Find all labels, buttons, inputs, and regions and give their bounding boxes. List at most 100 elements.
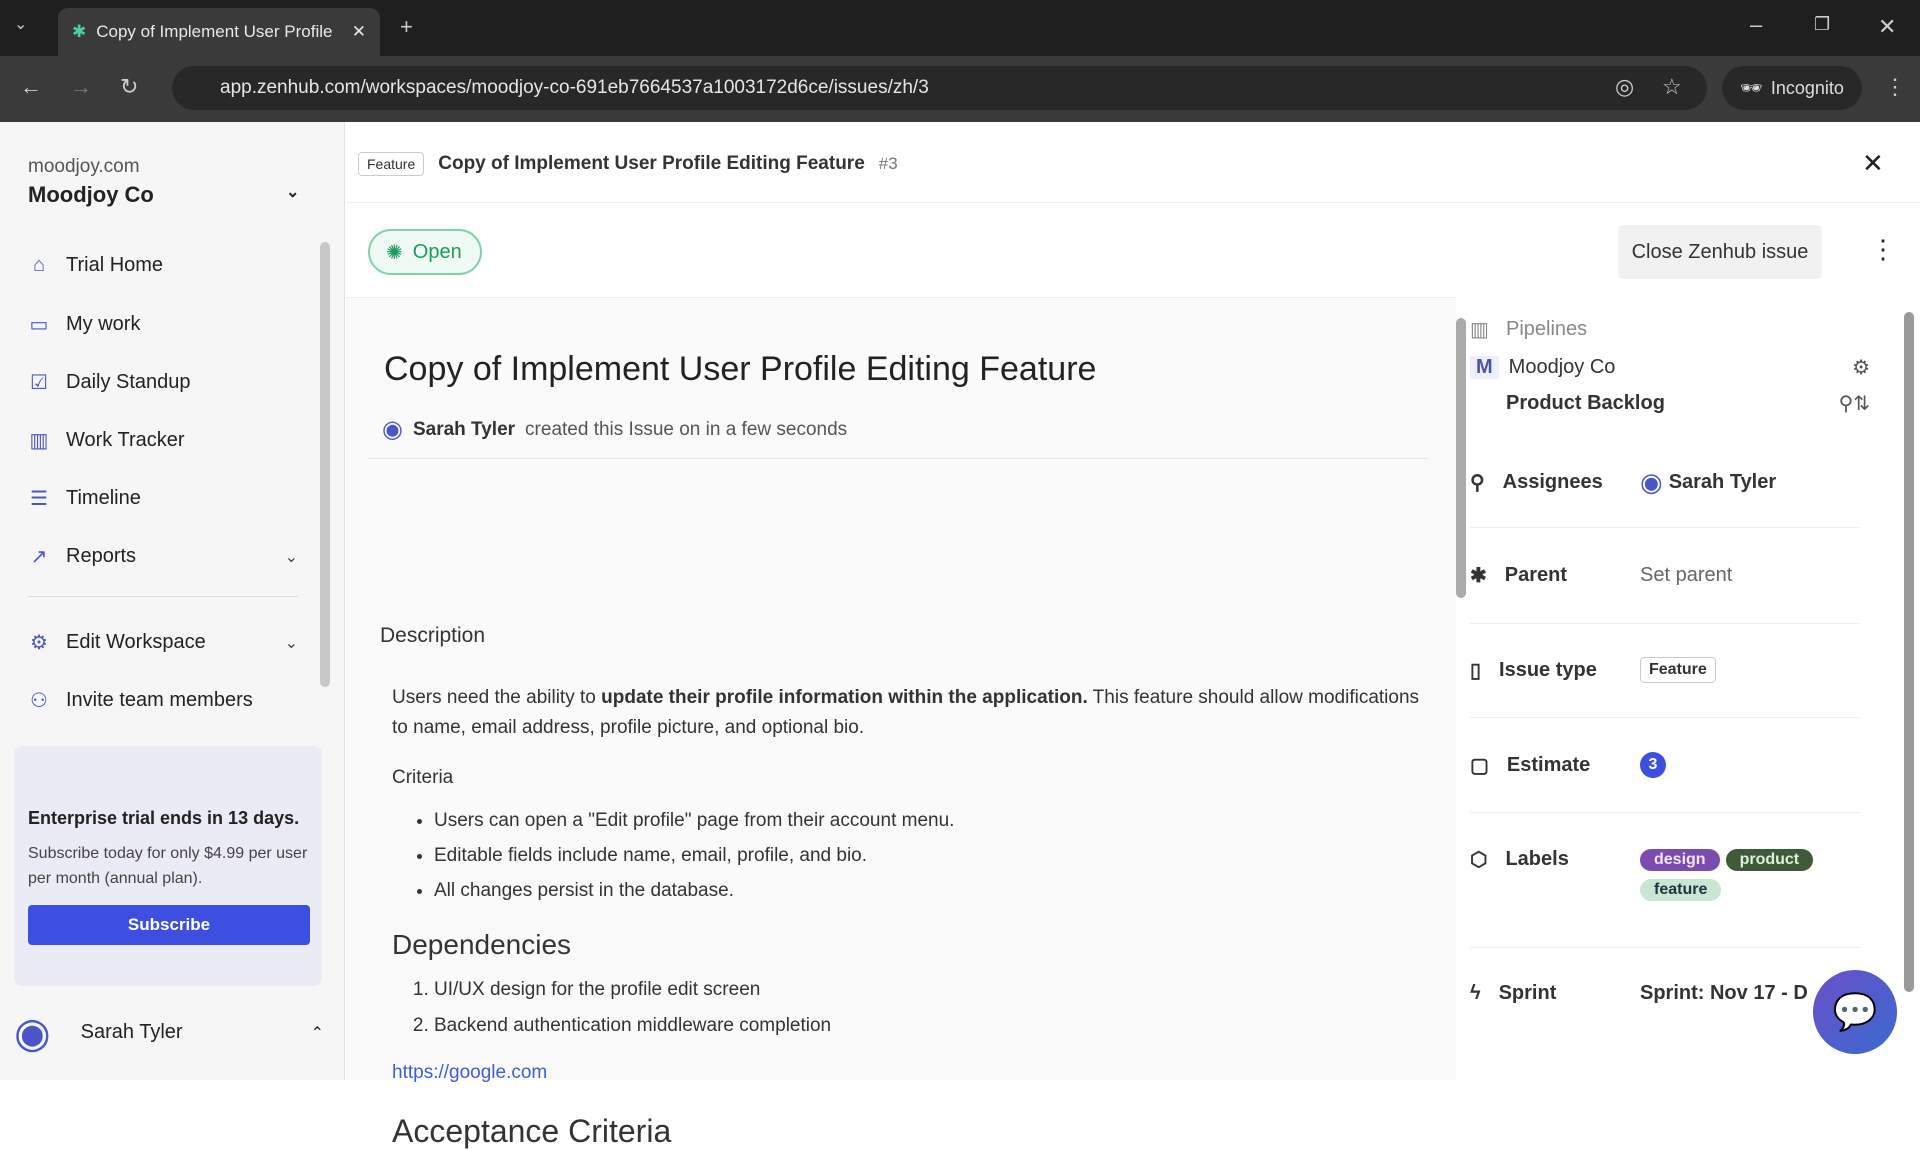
- avatar: ◉: [14, 1009, 51, 1056]
- incognito-button[interactable]: 🕶 Incognito: [1722, 66, 1862, 110]
- divider: [1470, 717, 1860, 718]
- pipeline-name: Product Backlog: [1506, 392, 1665, 414]
- labels-label: Labels: [1505, 848, 1569, 870]
- issue-title[interactable]: Copy of Implement User Profile Editing F…: [384, 350, 1096, 389]
- list-item: All changes persist in the database.: [434, 873, 1432, 908]
- avatar: ◉: [1640, 467, 1663, 497]
- parent-label: Parent: [1504, 564, 1568, 586]
- parent-row[interactable]: ✱ Parent Set parent: [1470, 563, 1880, 588]
- issue-header: Feature Copy of Implement User Profile E…: [358, 152, 898, 176]
- description-link[interactable]: https://google.com: [392, 1058, 1432, 1088]
- workspace-domain: moodjoy.com: [28, 156, 140, 177]
- author-name[interactable]: Sarah Tyler: [413, 419, 515, 441]
- sprint-value: Sprint: Nov 17 - D: [1640, 982, 1808, 1004]
- close-tab-icon[interactable]: ✕: [352, 22, 366, 42]
- avatar: ◉: [382, 416, 403, 443]
- status-badge[interactable]: ✺ Open: [368, 229, 482, 275]
- divider: [346, 202, 1920, 203]
- parent-value: Set parent: [1640, 564, 1733, 586]
- dependencies-list: UI/UX design for the profile edit screen…: [434, 972, 1432, 1044]
- tag-icon: ⬡: [1470, 849, 1488, 871]
- sidebar-item-daily-standup[interactable]: ☑ Daily Standup: [28, 370, 298, 395]
- sidebar-item-reports[interactable]: ↗ Reports ⌄: [28, 544, 298, 569]
- incognito-label: Incognito: [1770, 77, 1844, 98]
- browser-tab[interactable]: ✱ Copy of Implement User Profile ✕: [58, 8, 380, 56]
- sidebar-item-work-tracker[interactable]: ▥ Work Tracker: [28, 428, 298, 453]
- workspace-switcher[interactable]: Moodjoy Co ⌄: [28, 182, 299, 208]
- person-icon: ⚲: [1470, 472, 1485, 494]
- divider: [1470, 812, 1860, 813]
- desc-bold: update their profile information within …: [601, 687, 1088, 708]
- eye-off-icon[interactable]: ◎: [1615, 74, 1634, 100]
- content-scrollbar[interactable]: [1456, 318, 1466, 598]
- issue-type-pill: Feature: [358, 152, 425, 176]
- browser-tab-bar: ⌄ ✱ Copy of Implement User Profile ✕ + –…: [0, 0, 1920, 56]
- labels-row[interactable]: ⬡ Labels design productfeature: [1470, 847, 1880, 907]
- close-window-icon[interactable]: ✕: [1878, 14, 1896, 40]
- panel-scrollbar[interactable]: [1904, 312, 1914, 992]
- reload-icon[interactable]: ↻: [120, 74, 138, 100]
- close-icon[interactable]: ✕: [1862, 148, 1884, 179]
- sidebar-item-timeline[interactable]: ☰ Timeline: [28, 486, 298, 511]
- estimate-badge: 3: [1640, 752, 1666, 778]
- assignees-row[interactable]: ⚲ Assignees ◉ Sarah Tyler: [1470, 467, 1880, 498]
- dependencies-heading: Dependencies: [392, 929, 572, 960]
- close-issue-button[interactable]: Close Zenhub issue: [1618, 225, 1822, 279]
- trial-title: Enterprise trial ends in 13 days.: [28, 808, 300, 828]
- sprint-label: Sprint: [1498, 982, 1557, 1004]
- label-product[interactable]: product: [1725, 849, 1814, 871]
- minimize-icon[interactable]: –: [1750, 12, 1762, 38]
- divider: [1470, 947, 1860, 948]
- pin-sort-icon[interactable]: ⚲⇅: [1839, 391, 1870, 416]
- star-icon[interactable]: ☆: [1662, 74, 1682, 100]
- new-tab-icon[interactable]: +: [400, 14, 413, 40]
- issue-meta: ◉ Sarah Tyler created this Issue on in a f…: [382, 415, 847, 444]
- chevron-up-icon: ⌃: [310, 1024, 324, 1042]
- forward-icon[interactable]: →: [70, 74, 92, 100]
- issue-type-row[interactable]: ▯ Issue type Feature: [1470, 657, 1880, 683]
- description-heading: Description: [380, 624, 486, 647]
- criteria-list: Users can open a "Edit profile" page fro…: [434, 803, 1432, 908]
- pipeline-select[interactable]: Product Backlog ⚲⇅: [1470, 391, 1880, 416]
- tab-list-icon[interactable]: ⌄: [14, 14, 27, 34]
- assignees-label: Assignees: [1502, 471, 1603, 493]
- nav-label: Edit Workspace: [66, 631, 206, 653]
- user-menu[interactable]: ◉ Sarah Tyler ⌃: [14, 1008, 324, 1057]
- nav-label: Reports: [66, 545, 137, 567]
- back-icon[interactable]: ←: [20, 74, 42, 100]
- chevron-down-icon: ⌄: [286, 184, 300, 201]
- url-input[interactable]: app.zenhub.com/workspaces/moodjoy-co-691…: [172, 66, 1707, 110]
- trial-banner: Enterprise trial ends in 13 days. Subscr…: [14, 746, 322, 986]
- pipeline-workspace: M Moodjoy Co ⚙: [1470, 355, 1880, 380]
- nav-label: Invite team members: [66, 689, 253, 711]
- sidebar: moodjoy.com Moodjoy Co ⌄ ⌂ Trial Home ▭ My …: [0, 122, 345, 1080]
- issue-type-icon: ▯: [1470, 659, 1482, 682]
- sidebar-scrollbar[interactable]: [320, 242, 330, 687]
- divider: [1470, 623, 1860, 624]
- columns-icon: ▥: [1470, 319, 1489, 341]
- nav-label: Trial Home: [66, 254, 164, 276]
- sidebar-item-edit-workspace[interactable]: ⚙ Edit Workspace ⌄: [28, 630, 298, 655]
- chat-button[interactable]: 💬: [1813, 970, 1897, 1054]
- address-bar-row: ← → ↻ app.zenhub.com/workspaces/moodjoy-…: [0, 56, 1920, 122]
- description-text: Users need the ability to update their p…: [392, 683, 1432, 1147]
- menu-icon[interactable]: ⋮: [1884, 74, 1906, 100]
- timeline-icon: ☰: [30, 488, 48, 510]
- label-feature[interactable]: feature: [1640, 879, 1722, 901]
- label-design[interactable]: design: [1640, 849, 1720, 871]
- asterisk-icon: ✱: [1470, 565, 1487, 587]
- sidebar-item-trial-home[interactable]: ⌂ Trial Home: [28, 254, 298, 277]
- sidebar-item-my-work[interactable]: ▭ My work: [28, 312, 298, 337]
- inbox-icon: ▭: [29, 314, 49, 336]
- user-name: Sarah Tyler: [80, 1021, 183, 1043]
- gear-icon[interactable]: ⚙: [1852, 355, 1870, 380]
- subscribe-button[interactable]: Subscribe: [28, 905, 310, 945]
- estimate-row[interactable]: ▢ Estimate 3: [1470, 752, 1880, 778]
- more-options-icon[interactable]: ⋮: [1870, 234, 1896, 265]
- trial-text: Subscribe today for only $4.99 per user …: [28, 845, 308, 887]
- issue-number: #3: [878, 154, 898, 173]
- divider: [368, 458, 1428, 459]
- sidebar-item-invite[interactable]: ⚇ Invite team members: [28, 688, 298, 713]
- workspace-name: Moodjoy Co: [28, 182, 154, 207]
- restore-icon[interactable]: ❐: [1814, 14, 1830, 35]
